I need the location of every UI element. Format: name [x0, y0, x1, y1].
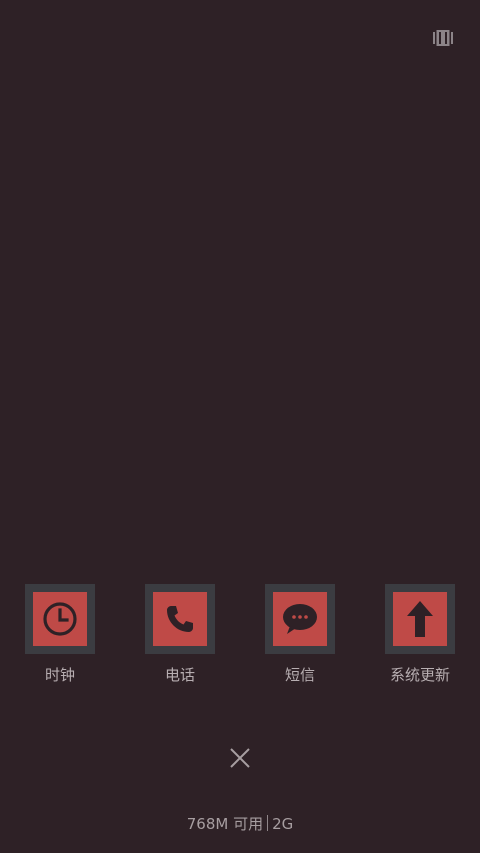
layout-toggle-button[interactable] [432, 28, 454, 48]
memory-total: 2G [272, 815, 294, 833]
app-label: 系统更新 [389, 666, 450, 684]
app-icon-frame [25, 584, 95, 654]
memory-available: 768M 可用 [186, 815, 264, 833]
app-phone[interactable]: 电话 [125, 584, 235, 684]
close-icon [230, 748, 250, 768]
app-icon-frame [265, 584, 335, 654]
phone-icon [167, 606, 193, 632]
app-system-update[interactable]: 系统更新 [365, 584, 475, 684]
app-label: 时钟 [44, 666, 75, 684]
app-icon-frame [145, 584, 215, 654]
clock-icon [43, 602, 77, 636]
memory-separator [267, 815, 269, 831]
app-icon-frame [385, 584, 455, 654]
up-arrow-icon [407, 601, 433, 637]
memory-status: 768M 可用 2G [0, 814, 480, 834]
app-label: 短信 [284, 666, 315, 684]
app-clock[interactable]: 时钟 [5, 584, 115, 684]
card-stack-icon [433, 30, 453, 46]
recent-apps-row: 时钟 电话 短信 系统更新 [0, 584, 480, 694]
recent-apps-screen: 时钟 电话 短信 系统更新 768M 可用 2G [0, 0, 480, 853]
clear-all-button[interactable] [226, 744, 254, 772]
app-label: 电话 [164, 666, 195, 684]
message-icon [283, 604, 317, 634]
app-messages[interactable]: 短信 [245, 584, 355, 684]
